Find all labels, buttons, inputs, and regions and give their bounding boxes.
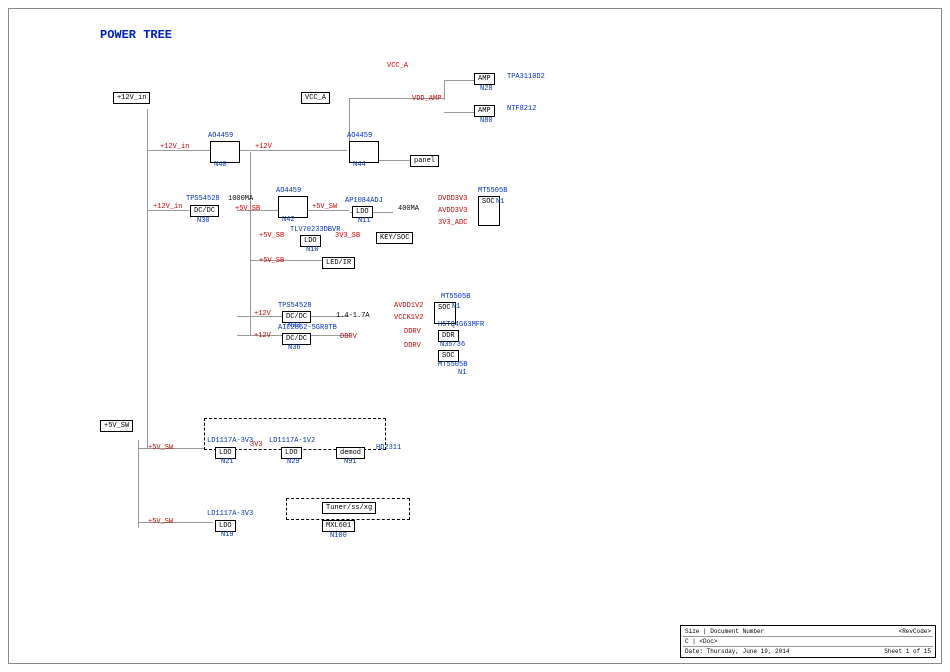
part-tps54528-2: TPS54528 bbox=[278, 302, 312, 310]
block-vcc-a: VCC_A bbox=[301, 92, 330, 104]
refdes-n42: N42 bbox=[282, 216, 295, 224]
block-led-ir: LED/IR bbox=[322, 257, 355, 269]
titleblock-line-2: C | <Doc> bbox=[683, 636, 933, 646]
part-ao4459-n42: AO4459 bbox=[276, 187, 301, 195]
block-tuner: Tuner/ss/xg bbox=[322, 502, 376, 514]
switch-n44 bbox=[349, 141, 379, 163]
switch-n40 bbox=[210, 141, 240, 163]
block-amp-1: AMP bbox=[474, 73, 495, 85]
refdes-n10: N10 bbox=[306, 246, 319, 254]
part-ld1117-3v3-a: LD1117A-3V3 bbox=[207, 437, 253, 445]
refdes-n29: N29 bbox=[287, 458, 300, 466]
titleblock-size-doc: Size | Document Number bbox=[685, 628, 764, 635]
net-5v-sb-3: +5V_SB bbox=[259, 257, 284, 265]
refdes-n91: N91 bbox=[344, 458, 357, 466]
refdes-n1-b: N1 bbox=[452, 303, 460, 311]
titleblock-line-1: Size | Document Number <RevCode> bbox=[683, 627, 933, 636]
part-h5tq4g63mfr: H5TQ4G63MFR bbox=[438, 321, 484, 329]
block-panel: panel bbox=[410, 155, 439, 167]
net-5v-sw-1: +5V_SW bbox=[312, 203, 337, 211]
net-ddrv-mid: DDRV bbox=[340, 333, 357, 341]
titleblock-line-3: Date: Thursday, June 19, 2014 Sheet 1 of… bbox=[683, 646, 933, 656]
part-hd2311: HD2311 bbox=[376, 444, 401, 452]
part-tlv70233: TLV70233DBVR bbox=[290, 226, 340, 234]
net-5v-sb-2: +5V_SB bbox=[259, 232, 284, 240]
part-ntf8212: NTF8212 bbox=[507, 105, 536, 113]
part-ao4459-n40: AO4459 bbox=[208, 132, 233, 140]
dashed-optional-1 bbox=[204, 418, 386, 450]
refdes-n35-36: N35/36 bbox=[440, 341, 465, 349]
wire bbox=[444, 80, 445, 100]
part-mt5505b-3: MT5505B bbox=[438, 361, 467, 369]
net-12v-in-2: +12V_in bbox=[153, 203, 182, 211]
net-5v-sw-l1: +5V_SW bbox=[148, 444, 173, 452]
block-5v-sw: +5V_SW bbox=[100, 420, 133, 432]
refdes-n1-a: N1 bbox=[496, 198, 504, 206]
part-ao4459-n44: AO4459 bbox=[347, 132, 372, 140]
net-dvdd3v3: DVDD3V3 bbox=[438, 195, 467, 203]
refdes-n44: N44 bbox=[353, 161, 366, 169]
part-aic2862: AIC2862-5GR8TB bbox=[278, 324, 337, 332]
block-amp-2: AMP bbox=[474, 105, 495, 117]
titleblock-rev: <RevCode> bbox=[899, 628, 931, 635]
refdes-n11: N11 bbox=[358, 217, 371, 225]
part-ld1117-1v2: LD1117A-1V2 bbox=[269, 437, 315, 445]
block-12v-in: +12V_in bbox=[113, 92, 150, 104]
block-key-soc: KEY/SOC bbox=[376, 232, 413, 244]
net-5v-sw-l2: +5V_SW bbox=[148, 518, 173, 526]
net-ddrv-2: DDRV bbox=[404, 342, 421, 350]
refdes-n80: N80 bbox=[480, 117, 493, 125]
refdes-n19: N19 bbox=[221, 531, 234, 539]
part-tps54528-1: TPS54528 bbox=[186, 195, 220, 203]
block-dcdc-n30: DC/DC bbox=[190, 205, 219, 217]
net-3v3-mid: 3V3 bbox=[250, 441, 263, 449]
wire bbox=[444, 80, 474, 81]
titleblock-sheet: Sheet 1 of 15 bbox=[884, 648, 931, 655]
net-avdd3v3: AVDD3V3 bbox=[438, 207, 467, 215]
current-400ma: 400MA bbox=[398, 205, 419, 213]
part-ld1117-3v3-b: LD1117A-3V3 bbox=[207, 510, 253, 518]
net-3v3-sb: 3V3_SB bbox=[335, 232, 360, 240]
block-mxl601: MXL601 bbox=[322, 520, 355, 532]
current-1000ma: 1000MA bbox=[228, 195, 253, 203]
net-12v-1: +12V bbox=[255, 143, 272, 151]
part-ap1084adj: AP1084ADJ bbox=[345, 197, 383, 205]
switch-n42 bbox=[278, 196, 308, 218]
refdes-n36: N36 bbox=[288, 344, 301, 352]
refdes-n21: N21 bbox=[221, 458, 234, 466]
wire bbox=[237, 150, 347, 151]
refdes-n30: N30 bbox=[197, 217, 210, 225]
net-ddrv-1: DDRV bbox=[404, 328, 421, 336]
net-12v-in-1: +12V_in bbox=[160, 143, 189, 151]
part-mt5505b-2: MT5505B bbox=[441, 293, 470, 301]
part-mt5505b-1: MT5505B bbox=[478, 187, 507, 195]
net-5v-sb-1: +5V_SB bbox=[235, 205, 260, 213]
refdes-n100: N100 bbox=[330, 532, 347, 540]
net-12v-2: +12V bbox=[254, 310, 271, 318]
net-avdd1v2: AVDD1V2 bbox=[394, 302, 423, 310]
refdes-n40: N40 bbox=[214, 161, 227, 169]
title-block: Size | Document Number <RevCode> C | <Do… bbox=[680, 625, 936, 658]
part-tpa3110d2: TPA3110D2 bbox=[507, 73, 545, 81]
refdes-n28: N28 bbox=[480, 85, 493, 93]
wire bbox=[444, 112, 474, 113]
net-vcck1v2: VCCK1V2 bbox=[394, 314, 423, 322]
current-1p4-1p7a: 1.4-1.7A bbox=[336, 312, 370, 320]
wire bbox=[147, 109, 148, 449]
net-3v3-adc: 3V3_ADC bbox=[438, 219, 467, 227]
refdes-n1-c: N1 bbox=[458, 369, 466, 377]
titleblock-date: Date: Thursday, June 19, 2014 bbox=[685, 648, 789, 655]
page-title: POWER TREE bbox=[100, 28, 172, 42]
net-vcc-a: VCC_A bbox=[387, 62, 408, 70]
wire bbox=[250, 152, 251, 335]
net-12v-3: +12V bbox=[254, 332, 271, 340]
wire bbox=[138, 440, 139, 528]
net-vdd-amp: VDD_AMP bbox=[412, 95, 441, 103]
